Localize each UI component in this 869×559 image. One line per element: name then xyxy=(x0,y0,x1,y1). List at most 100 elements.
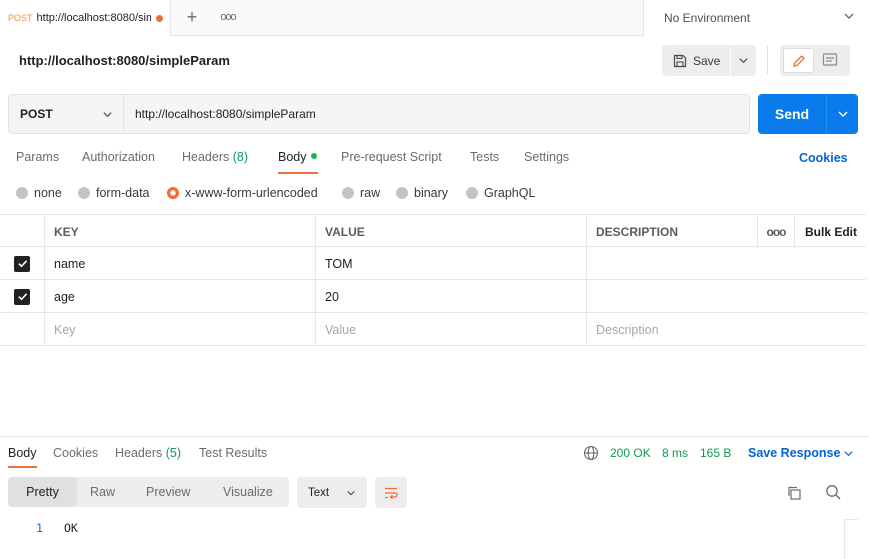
copy-icon[interactable] xyxy=(786,485,802,501)
wrap-lines-icon xyxy=(385,487,398,500)
table-header-row: KEY VALUE DESCRIPTION ooo Bulk Edit xyxy=(0,214,866,248)
row-checkbox-cell xyxy=(0,247,45,280)
format-pretty[interactable]: Pretty xyxy=(8,477,77,507)
body-active-dot-icon xyxy=(310,153,317,159)
checkmark-icon xyxy=(17,293,27,301)
row-checkbox-cell xyxy=(0,313,45,346)
save-icon xyxy=(673,54,687,67)
wrap-lines-button[interactable] xyxy=(375,477,407,508)
radio-none[interactable]: none xyxy=(16,186,62,200)
request-title: http://localhost:8080/simpleParam xyxy=(19,53,230,68)
row-key-cell[interactable]: age xyxy=(45,280,316,313)
line-number: 1 xyxy=(36,521,43,535)
new-tab-plus-icon[interactable]: + xyxy=(183,8,201,26)
url-input[interactable] xyxy=(124,94,750,134)
radio-x-www-form-urlencoded[interactable]: x-www-form-urlencoded xyxy=(167,186,318,200)
radio-raw[interactable]: raw xyxy=(342,186,380,200)
response-format-tabs: Pretty Raw Preview Visualize xyxy=(8,477,289,507)
tab-headers-count: (8) xyxy=(232,150,249,164)
pencil-icon xyxy=(793,55,805,67)
tab-headers[interactable]: Headers (8) xyxy=(182,150,248,164)
response-divider[interactable] xyxy=(0,436,869,437)
documentation-icon[interactable] xyxy=(821,51,839,69)
active-tab-indicator xyxy=(278,172,318,174)
description-placeholder[interactable]: Description xyxy=(587,313,866,346)
row-value-cell[interactable]: TOM xyxy=(316,247,587,280)
bulk-edit-button[interactable]: Bulk Edit xyxy=(795,215,866,248)
response-tab-headers[interactable]: Headers (5) xyxy=(115,446,181,460)
response-tab-headers-count: (5) xyxy=(165,446,182,460)
format-visualize[interactable]: Visualize xyxy=(223,477,273,507)
row-checkbox-cell xyxy=(0,280,45,313)
response-size[interactable]: 165 B xyxy=(700,446,731,460)
format-raw[interactable]: Raw xyxy=(90,477,115,507)
radio-binary-label: binary xyxy=(414,186,449,200)
save-dropdown-button[interactable] xyxy=(731,45,756,76)
table-row-new: Key Value Description xyxy=(0,313,866,346)
chevron-down-icon xyxy=(739,58,748,64)
response-tab-body[interactable]: Body xyxy=(8,446,37,460)
tab-tests[interactable]: Tests xyxy=(470,150,499,164)
edit-mode-button[interactable] xyxy=(783,48,814,73)
line-text: OK xyxy=(64,521,78,535)
tab-pre-request-script[interactable]: Pre-request Script xyxy=(341,150,442,164)
row-description-cell[interactable] xyxy=(587,280,866,313)
response-status[interactable]: 200 OK xyxy=(610,446,651,460)
send-dropdown-button[interactable] xyxy=(826,94,858,134)
send-button[interactable]: Send xyxy=(758,94,826,134)
chevron-down-icon xyxy=(838,111,848,117)
tab-body[interactable]: Body xyxy=(278,150,317,164)
tab-settings[interactable]: Settings xyxy=(524,150,569,164)
radio-raw-label: raw xyxy=(360,186,381,200)
key-placeholder[interactable]: Key xyxy=(45,313,316,346)
header-checkbox-cell xyxy=(0,215,45,248)
method-label: POST xyxy=(20,107,53,121)
tab-more-icon[interactable]: ooo xyxy=(219,8,237,26)
response-tab-test-results[interactable]: Test Results xyxy=(199,446,267,460)
radio-icon xyxy=(466,187,478,199)
table-row: name TOM xyxy=(0,247,866,280)
value-placeholder[interactable]: Value xyxy=(316,313,587,346)
chevron-down-icon xyxy=(844,451,853,457)
header-description: DESCRIPTION xyxy=(587,215,758,248)
radio-urlencoded-label: x-www-form-urlencoded xyxy=(185,186,318,200)
format-preview[interactable]: Preview xyxy=(146,477,190,507)
save-response-button[interactable]: Save Response xyxy=(748,446,853,460)
tab-authorization[interactable]: Authorization xyxy=(82,150,155,164)
save-label: Save xyxy=(693,53,721,68)
response-scrollbar[interactable] xyxy=(844,519,858,559)
toolbar-divider xyxy=(767,46,768,74)
row-value-cell[interactable]: 20 xyxy=(316,280,587,313)
save-button[interactable]: Save xyxy=(662,45,730,76)
radio-binary[interactable]: binary xyxy=(396,186,448,200)
request-tab[interactable]: POST http://localhost:8080/simpleParam xyxy=(0,0,171,36)
tab-params[interactable]: Params xyxy=(16,150,59,164)
response-tab-headers-label: Headers xyxy=(115,446,163,460)
row-description-cell[interactable] xyxy=(587,247,866,280)
response-code-line: 1 OK xyxy=(0,521,844,537)
globe-icon[interactable] xyxy=(583,445,599,461)
environment-selector[interactable]: No Environment xyxy=(643,0,869,36)
response-type-label: Text xyxy=(308,486,330,499)
unsaved-dot-icon xyxy=(155,14,163,22)
row-checkbox[interactable] xyxy=(14,255,30,272)
radio-form-data[interactable]: form-data xyxy=(78,186,150,200)
tab-body-label: Body xyxy=(278,150,307,164)
view-mode-toggle xyxy=(780,45,850,76)
radio-icon xyxy=(16,187,28,199)
row-checkbox[interactable] xyxy=(14,288,30,305)
radio-graphql[interactable]: GraphQL xyxy=(466,186,535,200)
save-response-label: Save Response xyxy=(748,446,841,460)
params-table: KEY VALUE DESCRIPTION ooo Bulk Edit name… xyxy=(0,214,866,346)
method-select[interactable]: POST xyxy=(8,94,124,134)
search-icon[interactable] xyxy=(825,484,842,501)
row-key-cell[interactable]: name xyxy=(45,247,316,280)
table-more-icon[interactable]: ooo xyxy=(758,215,795,248)
radio-icon xyxy=(396,187,408,199)
response-type-select[interactable]: Text xyxy=(297,477,367,508)
radio-selected-icon xyxy=(167,187,179,199)
response-tab-cookies[interactable]: Cookies xyxy=(53,446,98,460)
request-tab-method: POST xyxy=(8,13,33,23)
response-time[interactable]: 8 ms xyxy=(662,446,688,460)
cookies-link[interactable]: Cookies xyxy=(799,151,848,165)
